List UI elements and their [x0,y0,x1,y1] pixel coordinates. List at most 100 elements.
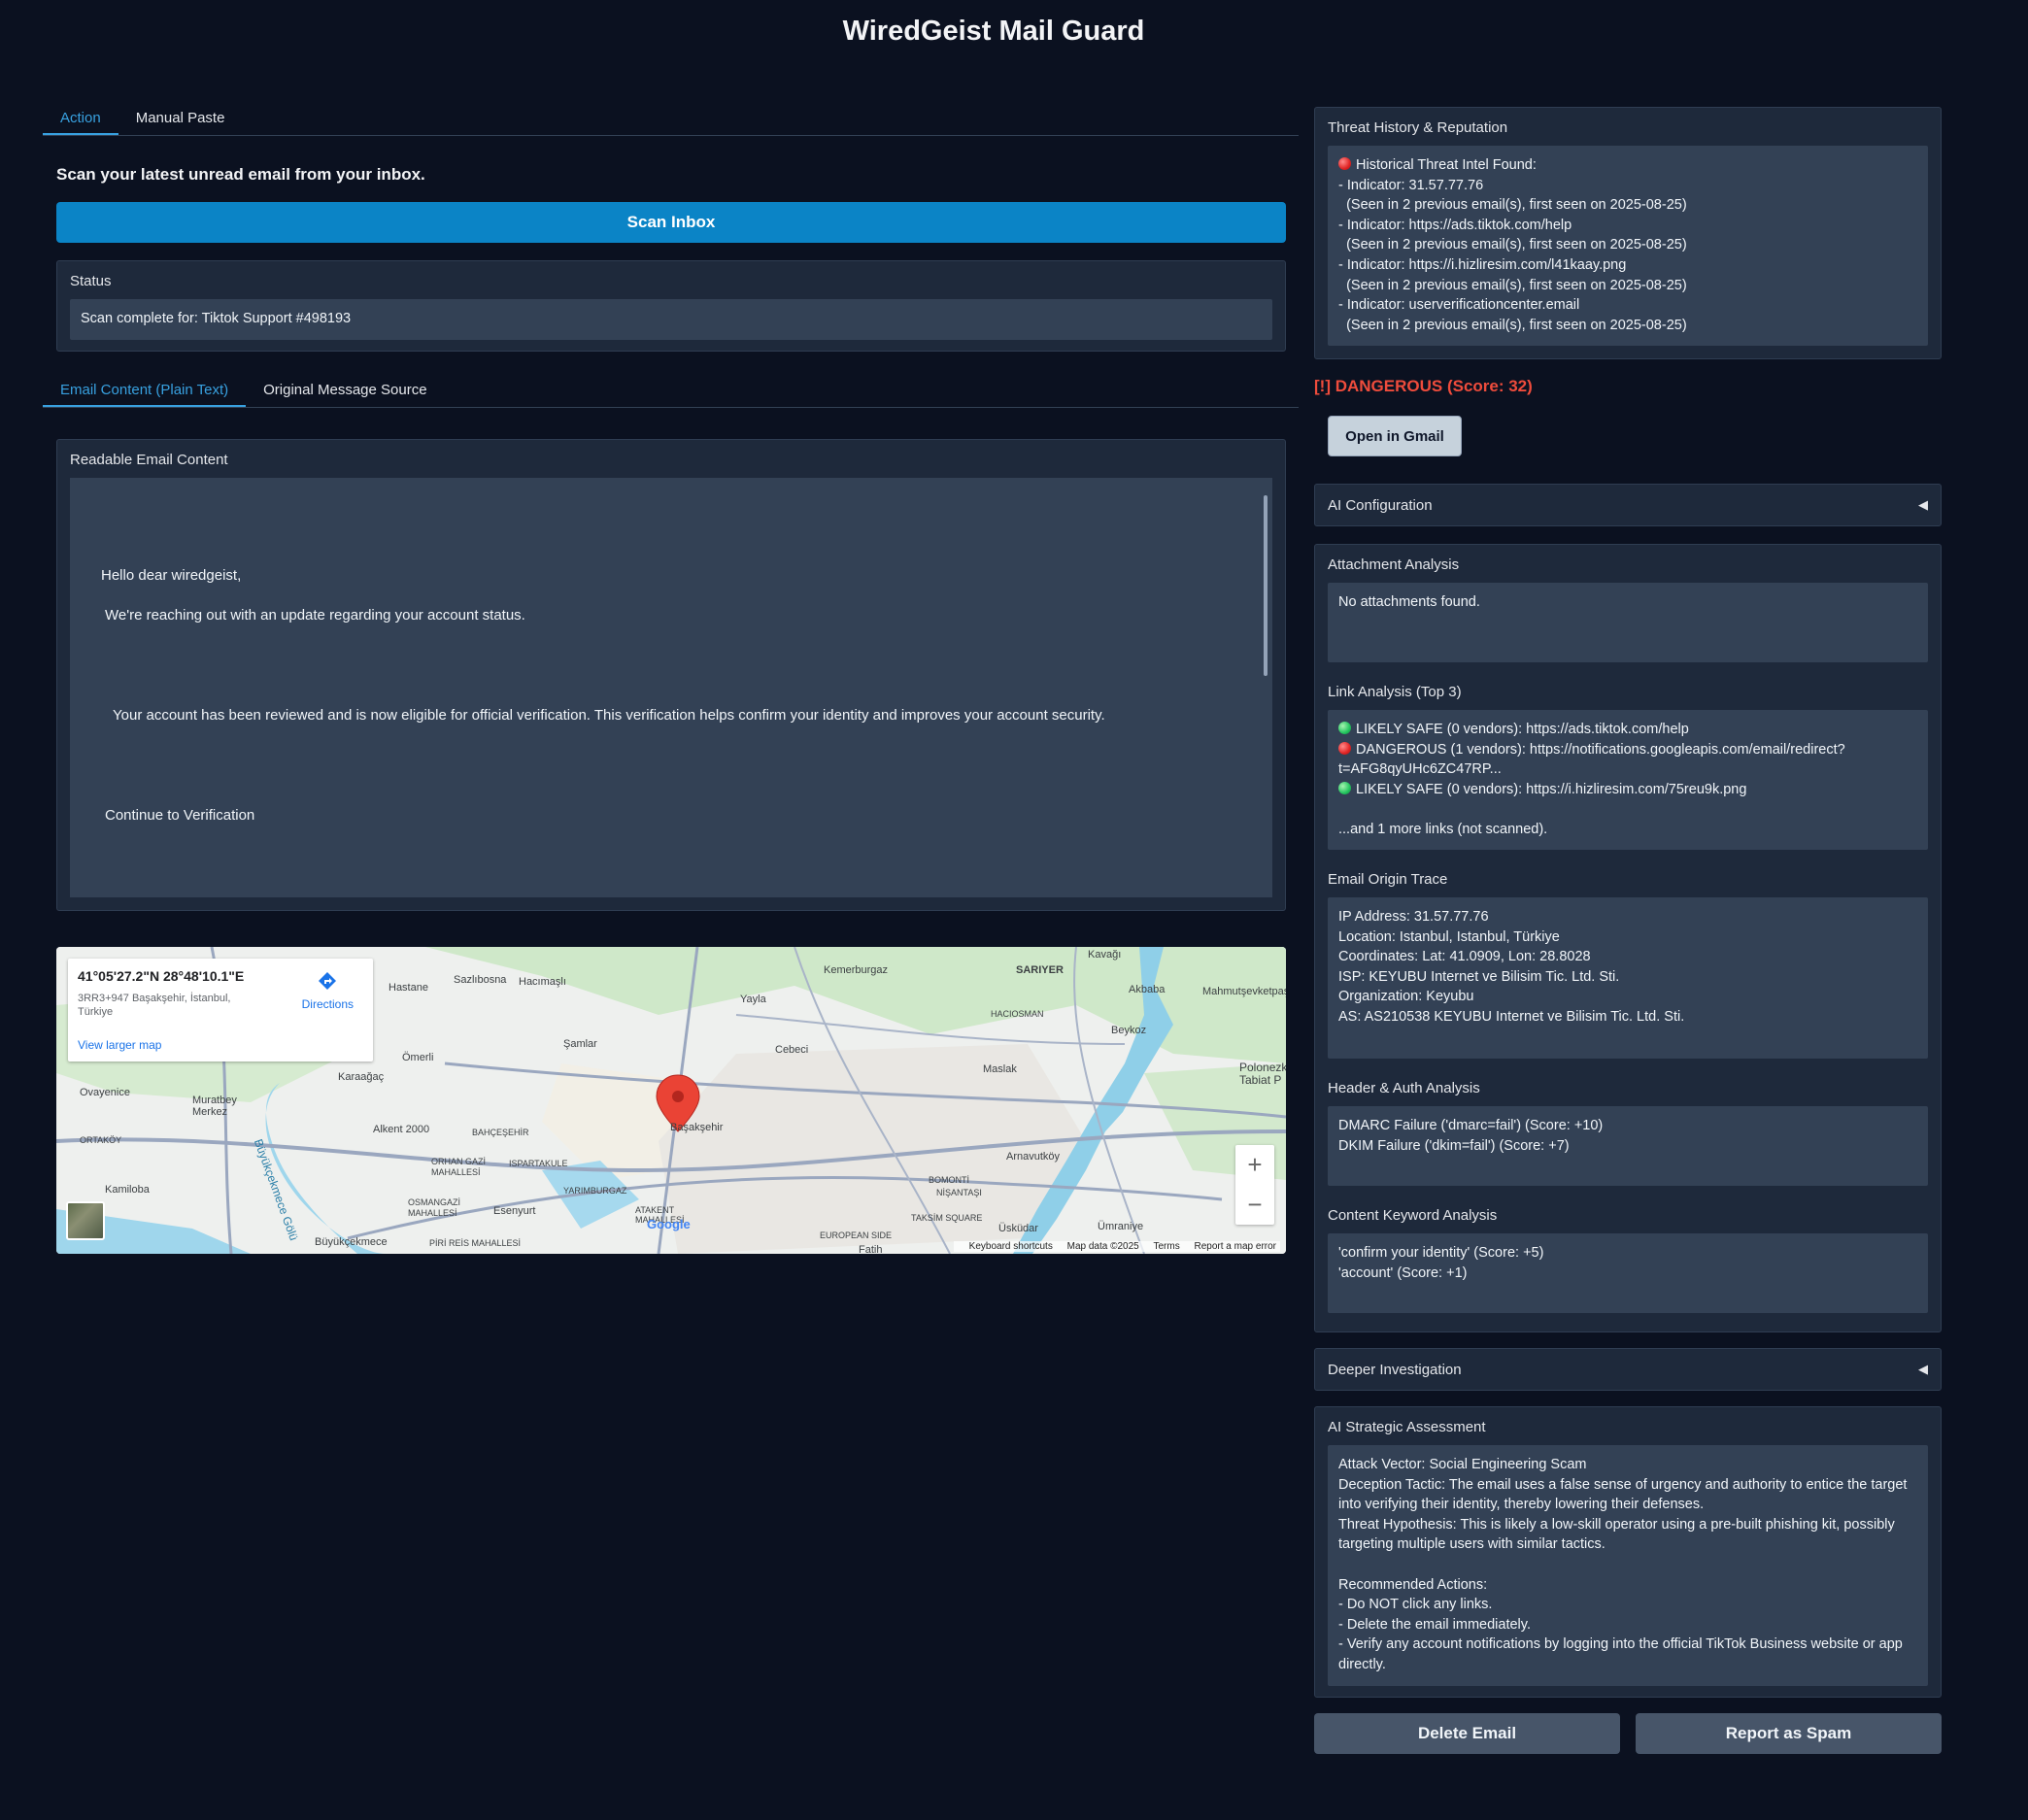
keyword-line: 'confirm your identity' (Score: +5) [1338,1245,1544,1261]
deeper-investigation-label: Deeper Investigation [1328,1361,1462,1378]
ai-assessment-label: AI Strategic Assessment [1328,1419,1486,1435]
origin-trace-box: IP Address: 31.57.77.76 Location: Istanb… [1328,897,1928,1059]
link-item: LIKELY SAFE (0 vendors): https://i.hizli… [1356,781,1747,797]
attachment-analysis-label: Attachment Analysis [1328,556,1460,573]
origin-line: Location: Istanbul, Istanbul, Türkiye [1338,928,1560,945]
map-label: ORHAN GAZİ MAHALLESİ [431,1157,487,1177]
map-label: NİŞANTAŞI [936,1188,982,1197]
map-label: Ovayenice [80,1087,130,1098]
red-danger-icon [1338,741,1351,755]
scan-inbox-button[interactable]: Scan Inbox [56,202,1286,243]
origin-trace-label: Email Origin Trace [1328,871,1448,888]
keyboard-shortcuts-link[interactable]: Keyboard shortcuts [969,1241,1053,1252]
google-logo: Google [647,1217,691,1231]
email-scrollbar[interactable] [1264,495,1268,676]
threat-line: - Indicator: 31.57.77.76 [1338,177,1484,193]
status-value: Scan complete for: Tiktok Support #49819… [70,299,1272,340]
map-label: BAHÇEŞEHİR [472,1128,529,1137]
deeper-investigation-accordion[interactable]: Deeper Investigation ◀ [1314,1348,1942,1391]
header-auth-box: DMARC Failure ('dmarc=fail') (Score: +10… [1328,1106,1928,1186]
app-title: WiredGeist Mail Guard [842,16,1145,47]
map-label: BOMONTİ [929,1175,969,1185]
link-item: LIKELY SAFE (0 vendors): https://ads.tik… [1356,722,1689,737]
map-label: Sazlıbosna [454,974,507,986]
map-label: Kavağı [1088,949,1122,961]
map-label: Hacımaşlı [519,976,566,988]
scan-heading: Scan your latest unread email from your … [56,165,425,184]
delete-email-button[interactable]: Delete Email [1314,1713,1620,1754]
tab-action[interactable]: Action [43,101,118,135]
auth-line: DMARC Failure ('dmarc=fail') (Score: +10… [1338,1118,1604,1133]
ai-configuration-label: AI Configuration [1328,496,1433,514]
keyword-line: 'account' (Score: +1) [1338,1264,1468,1281]
left-column: Action Manual Paste Scan your latest unr… [43,101,1299,911]
threat-line: (Seen in 2 previous email(s), first seen… [1338,277,1687,293]
map-footer: Keyboard shortcuts Map data ©2025 Terms … [953,1241,1280,1252]
map-label: Polonezköy Tabiat P [1239,1061,1286,1087]
origin-line: Coordinates: Lat: 41.0909, Lon: 28.8028 [1338,949,1591,965]
threat-line: (Seen in 2 previous email(s), first seen… [1338,197,1687,214]
map-label: ISPARTAKULE [509,1159,568,1168]
map-address: 3RR3+947 Başakşehir, İstanbul, Türkiye [78,993,231,1018]
collapse-triangle-icon: ◀ [1918,1362,1928,1376]
tab-manual-paste[interactable]: Manual Paste [118,101,243,135]
map-label: Başakşehir [670,1122,724,1133]
collapse-triangle-icon: ◀ [1918,497,1928,512]
threat-history-box: Historical Threat Intel Found: - Indicat… [1328,146,1928,346]
satellite-toggle[interactable] [66,1201,105,1240]
ai-configuration-accordion[interactable]: AI Configuration ◀ [1314,484,1942,526]
threat-line: (Seen in 2 previous email(s), first seen… [1338,317,1687,333]
tab-original-source[interactable]: Original Message Source [246,373,444,407]
threat-line: - Indicator: https://ads.tiktok.com/help [1338,217,1572,233]
email-panel: Readable Email Content Hello dear wiredg… [56,439,1286,911]
ai-assessment-text: Attack Vector: Social Engineering Scam D… [1328,1445,1928,1686]
map-label: HACIOSMAN [991,1009,1044,1019]
map-label: OSMANGAZİ MAHALLESİ [408,1197,461,1218]
right-column: Threat History & Reputation Historical T… [1314,107,1942,1754]
map-data-credit: Map data ©2025 [1066,1241,1139,1252]
map-label: Alkent 2000 [373,1124,430,1135]
origin-line: AS: AS210538 KEYUBU Internet ve Bilisim … [1338,1008,1685,1025]
red-alert-icon [1338,157,1351,170]
report-spam-button[interactable]: Report as Spam [1636,1713,1942,1754]
terms-link[interactable]: Terms [1154,1241,1180,1252]
email-greeting: Hello dear wiredgeist, [101,567,242,584]
email-body[interactable]: Hello dear wiredgeist, We're reaching ou… [70,478,1272,897]
keyword-analysis-box: 'confirm your identity' (Score: +5) 'acc… [1328,1233,1928,1313]
map-label: EUROPEAN SIDE [820,1230,893,1240]
map-label: Fatih [859,1244,883,1254]
tab-email-content[interactable]: Email Content (Plain Text) [43,373,247,407]
map-label: Ömerli [402,1052,434,1063]
status-label: Status [70,273,112,289]
map-label: SARIYER [1016,964,1064,976]
map-label: YARIMBURGAZ [563,1186,627,1196]
zoom-in-button[interactable]: + [1235,1145,1274,1185]
directions-icon[interactable] [317,970,338,992]
map-label: Büyükçekmece [315,1236,388,1248]
zoom-control: + − [1235,1145,1274,1225]
directions-link[interactable]: Directions [302,997,354,1011]
ai-assessment-panel: AI Strategic Assessment Attack Vector: S… [1314,1406,1942,1698]
map-label: Maslak [983,1063,1017,1075]
map-label: Üsküdar [998,1223,1038,1234]
origin-line: IP Address: 31.57.77.76 [1338,909,1489,925]
header-auth-label: Header & Auth Analysis [1328,1080,1480,1096]
view-larger-map-link[interactable]: View larger map [78,1038,161,1052]
keyword-analysis-label: Content Keyword Analysis [1328,1207,1498,1224]
report-map-error-link[interactable]: Report a map error [1195,1241,1276,1252]
map-label: Cebeci [775,1044,809,1056]
origin-line: ISP: KEYUBU Internet ve Bilisim Tic. Ltd… [1338,968,1620,985]
open-in-gmail-button[interactable]: Open in Gmail [1328,416,1462,456]
location-map[interactable]: Hastane Sazlıbosna Hacımaşlı Kemerburgaz… [56,947,1286,1254]
status-panel: Status Scan complete for: Tiktok Support… [56,260,1286,352]
link-analysis-box: LIKELY SAFE (0 vendors): https://ads.tik… [1328,710,1928,850]
zoom-out-button[interactable]: − [1235,1185,1274,1225]
threat-line: - Indicator: userverificationcenter.emai… [1338,297,1580,314]
map-label: Esenyurt [493,1205,536,1217]
map-label: Mahmutşevketpaşa [1202,986,1286,997]
green-safe-icon [1338,722,1351,734]
map-label: Akbaba [1129,984,1166,995]
map-label: Kamiloba [105,1184,150,1196]
map-label: Ümraniye [1098,1221,1144,1232]
analysis-panel: Attachment Analysis No attachments found… [1314,544,1942,1332]
